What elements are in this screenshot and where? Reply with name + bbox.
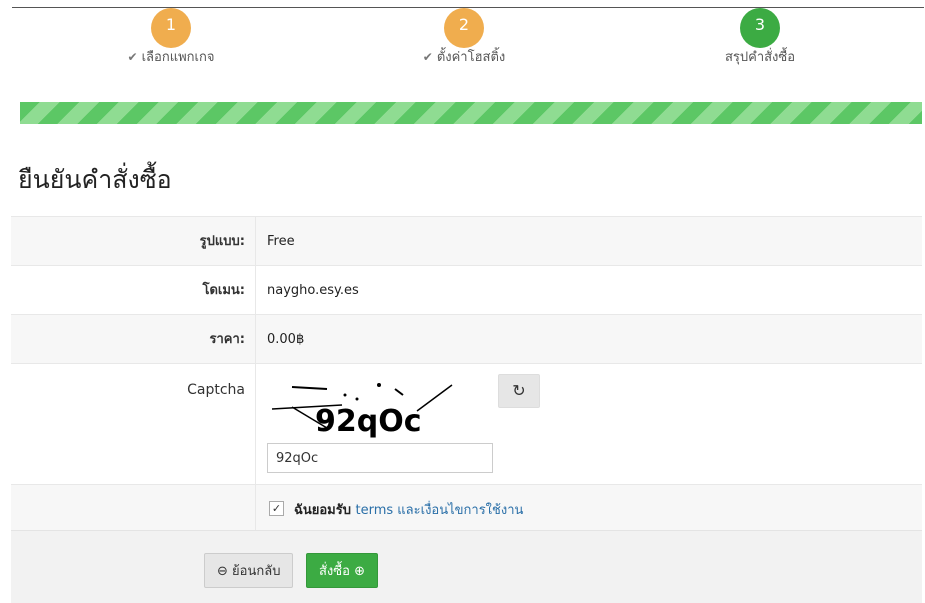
step-3-number: 3 xyxy=(740,8,780,48)
terms-key-cell xyxy=(11,485,255,530)
domain-label: โดเมน: xyxy=(202,283,245,298)
step-1-number: 1 xyxy=(151,8,191,48)
step-2-number: 2 xyxy=(444,8,484,48)
terms-row: ✓ ฉันยอมรับ terms และเงื่อนไขการใช้งาน xyxy=(11,484,922,530)
check-icon: ✔ xyxy=(422,50,433,64)
order-button-label: สั่งซื้อ xyxy=(319,564,350,579)
step-1: 1 ✔ เลือกแพกเกจ xyxy=(51,8,291,67)
step-1-label: เลือกแพกเกจ xyxy=(141,50,215,65)
back-button[interactable]: ⊖ ย้อนกลับ xyxy=(204,553,294,588)
terms-prefix: ฉันยอมรับ xyxy=(294,503,351,518)
captcha-input[interactable] xyxy=(267,443,493,473)
order-button[interactable]: สั่งซื้อ ⊕ xyxy=(306,553,378,588)
plan-row: รูปแบบ: Free xyxy=(11,216,922,265)
captcha-label: Captcha xyxy=(187,382,245,398)
page-title: ยืนยันคำสั่งซื้อ xyxy=(18,165,172,194)
captcha-cell: 92qOc ↻ xyxy=(255,364,922,484)
domain-value: naygho.esy.es xyxy=(255,266,922,314)
terms-cell: ✓ ฉันยอมรับ terms และเงื่อนไขการใช้งาน xyxy=(255,485,922,530)
captcha-image: 92qOc xyxy=(267,373,457,439)
plan-label: รูปแบบ: xyxy=(11,217,255,265)
step-3-label: สรุปคำสั่งซื้อ xyxy=(724,50,796,65)
step-1-label-wrap: ✔ เลือกแพกเกจ xyxy=(51,46,291,67)
domain-row: โดเมน: naygho.esy.es xyxy=(11,265,922,314)
price-value: 0.00฿ xyxy=(255,315,922,363)
step-2-label: ตั้งค่าโฮสติ้ง xyxy=(436,50,506,65)
refresh-icon: ↻ xyxy=(512,381,526,400)
price-row: ราคา: 0.00฿ xyxy=(11,314,922,363)
terms-checkbox[interactable]: ✓ xyxy=(269,501,284,516)
terms-text: ฉันยอมรับ terms และเงื่อนไขการใช้งาน xyxy=(294,499,523,520)
terms-link[interactable]: terms และเงื่อนไขการใช้งาน xyxy=(356,503,524,518)
arrow-right-icon: ⊕ xyxy=(354,564,365,579)
svg-text:92qOc: 92qOc xyxy=(315,404,422,439)
refresh-captcha-button[interactable]: ↻ xyxy=(498,374,540,408)
progress-bar xyxy=(20,102,922,124)
plan-value: Free xyxy=(255,217,922,265)
captcha-row: Captcha 92qOc ↻ xyxy=(11,363,922,484)
form-footer: ⊖ ย้อนกลับ สั่งซื้อ ⊕ xyxy=(11,530,922,603)
step-3: 3 สรุปคำสั่งซื้อ xyxy=(640,8,880,67)
price-label: ราคา: xyxy=(11,315,255,363)
step-2-label-wrap: ✔ ตั้งค่าโฮสติ้ง xyxy=(344,46,584,67)
arrow-left-icon: ⊖ xyxy=(217,564,228,579)
step-2: 2 ✔ ตั้งค่าโฮสติ้ง xyxy=(344,8,584,67)
back-button-label: ย้อนกลับ xyxy=(232,564,281,579)
check-icon: ✔ xyxy=(127,50,138,64)
